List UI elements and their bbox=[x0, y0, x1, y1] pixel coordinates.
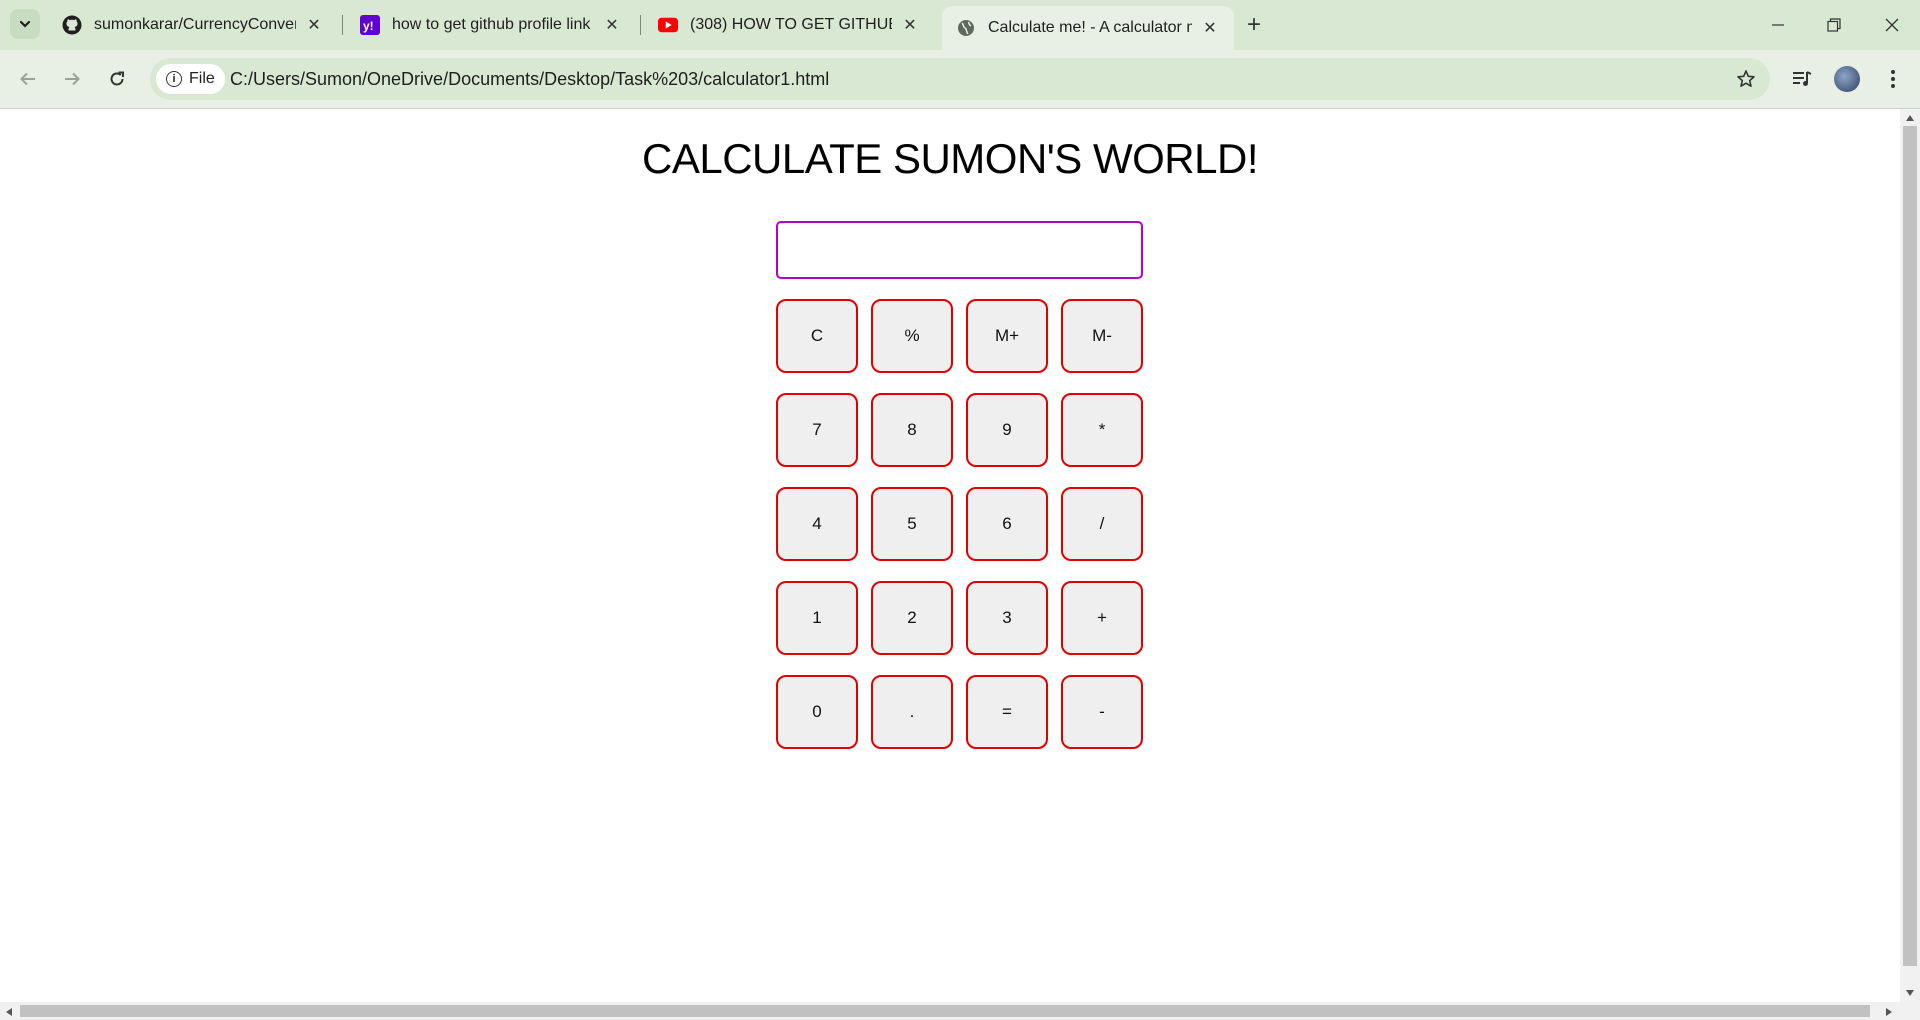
key-percent-button[interactable]: % bbox=[871, 299, 953, 373]
vertical-scroll-thumb[interactable] bbox=[1903, 126, 1917, 966]
key-digit-9-button[interactable]: 9 bbox=[966, 393, 1048, 467]
minimize-icon[interactable] bbox=[1750, 0, 1806, 50]
github-icon bbox=[62, 15, 82, 35]
key-memory-minus-button[interactable]: M- bbox=[1061, 299, 1143, 373]
scroll-left-arrow-icon[interactable] bbox=[5, 1007, 13, 1017]
key-multiply-button[interactable]: * bbox=[1061, 393, 1143, 467]
horizontal-scroll-thumb[interactable] bbox=[20, 1005, 1870, 1017]
tab-youtube-video[interactable]: (308) HOW TO GET GITHUB PRO ✕ bbox=[644, 0, 934, 50]
url-text[interactable]: C:/Users/Sumon/OneDrive/Documents/Deskto… bbox=[230, 58, 829, 100]
info-icon: i bbox=[166, 71, 182, 87]
calculator-display[interactable] bbox=[776, 221, 1143, 279]
close-icon[interactable]: ✕ bbox=[1200, 18, 1220, 38]
close-icon[interactable]: ✕ bbox=[304, 15, 324, 35]
page-viewport: CALCULATE SUMON'S WORLD! C% M+ M- 7 8 9 * 4 5 6/ 1… bbox=[0, 109, 1900, 1002]
key-digit-7-button[interactable]: 7 bbox=[776, 393, 858, 467]
chevron-down-icon bbox=[19, 20, 31, 28]
address-bar[interactable]: i File C:/Users/Sumon/OneDrive/Documents… bbox=[150, 58, 1770, 100]
avatar-icon bbox=[1834, 66, 1860, 92]
tab-separator bbox=[342, 15, 343, 35]
key-plus-button[interactable]: + bbox=[1061, 581, 1143, 655]
key-decimal-button[interactable]: . bbox=[871, 675, 953, 749]
restore-icon[interactable] bbox=[1806, 0, 1862, 50]
globe-icon bbox=[956, 18, 976, 38]
key-memory-plus-button[interactable]: M+ bbox=[966, 299, 1048, 373]
back-arrow-icon[interactable] bbox=[12, 63, 44, 95]
bookmark-star-icon[interactable] bbox=[1734, 67, 1758, 91]
tab-github-profile-link[interactable]: y! how to get github profile link - ✕ bbox=[346, 0, 636, 50]
scroll-down-arrow-icon[interactable] bbox=[1905, 989, 1915, 997]
calculator-keypad: C% M+ M- 7 8 9 * 4 5 6/ 1 2 3 +0. = - bbox=[776, 299, 1143, 749]
svg-text:y!: y! bbox=[363, 19, 374, 33]
key-equals-button[interactable]: = bbox=[966, 675, 1048, 749]
yahoo-icon: y! bbox=[360, 15, 380, 35]
new-tab-plus-icon[interactable]: + bbox=[1240, 11, 1268, 39]
key-digit-5-button[interactable]: 5 bbox=[871, 487, 953, 561]
key-clear-button[interactable]: C bbox=[776, 299, 858, 373]
tab-title: (308) HOW TO GET GITHUB PRO bbox=[690, 16, 892, 33]
key-digit-2-button[interactable]: 2 bbox=[871, 581, 953, 655]
tab-calculator[interactable]: Calculate me! - A calculator ma ✕ bbox=[942, 6, 1234, 50]
close-icon[interactable]: ✕ bbox=[602, 15, 622, 35]
tab-strip: sumonkarar/CurrencyConverter ✕ y! how to… bbox=[0, 0, 1920, 50]
key-divide-button[interactable]: / bbox=[1061, 487, 1143, 561]
tab-separator bbox=[640, 15, 641, 35]
close-icon[interactable]: ✕ bbox=[900, 15, 920, 35]
site-info-chip[interactable]: i File bbox=[156, 64, 225, 94]
key-digit-3-button[interactable]: 3 bbox=[966, 581, 1048, 655]
vertical-scrollbar[interactable] bbox=[1900, 109, 1920, 1002]
reload-icon[interactable] bbox=[101, 63, 133, 95]
key-digit-4-button[interactable]: 4 bbox=[776, 487, 858, 561]
key-digit-6-button[interactable]: 6 bbox=[966, 487, 1048, 561]
media-control-icon[interactable] bbox=[1786, 63, 1818, 95]
page-title: CALCULATE SUMON'S WORLD! bbox=[642, 135, 1259, 182]
site-chip-label: File bbox=[189, 70, 215, 87]
key-minus-button[interactable]: - bbox=[1061, 675, 1143, 749]
tab-search-button[interactable] bbox=[10, 9, 40, 39]
youtube-icon bbox=[658, 15, 678, 35]
key-digit-1-button[interactable]: 1 bbox=[776, 581, 858, 655]
tab-title: Calculate me! - A calculator ma bbox=[988, 19, 1192, 36]
tab-currency-converter[interactable]: sumonkarar/CurrencyConverter ✕ bbox=[48, 0, 338, 50]
horizontal-scrollbar[interactable] bbox=[0, 1002, 1920, 1020]
forward-arrow-icon[interactable] bbox=[56, 63, 88, 95]
tab-title: sumonkarar/CurrencyConverter bbox=[94, 16, 296, 33]
profile-avatar[interactable] bbox=[1831, 63, 1863, 95]
menu-kebab-icon[interactable] bbox=[1877, 63, 1909, 95]
key-digit-8-button[interactable]: 8 bbox=[871, 393, 953, 467]
tab-title: how to get github profile link - bbox=[392, 16, 594, 33]
scroll-right-arrow-icon[interactable] bbox=[1885, 1007, 1893, 1017]
scroll-up-arrow-icon[interactable] bbox=[1905, 114, 1915, 122]
browser-toolbar: i File C:/Users/Sumon/OneDrive/Documents… bbox=[0, 50, 1920, 109]
key-digit-0-button[interactable]: 0 bbox=[776, 675, 858, 749]
close-window-icon[interactable] bbox=[1864, 0, 1920, 50]
